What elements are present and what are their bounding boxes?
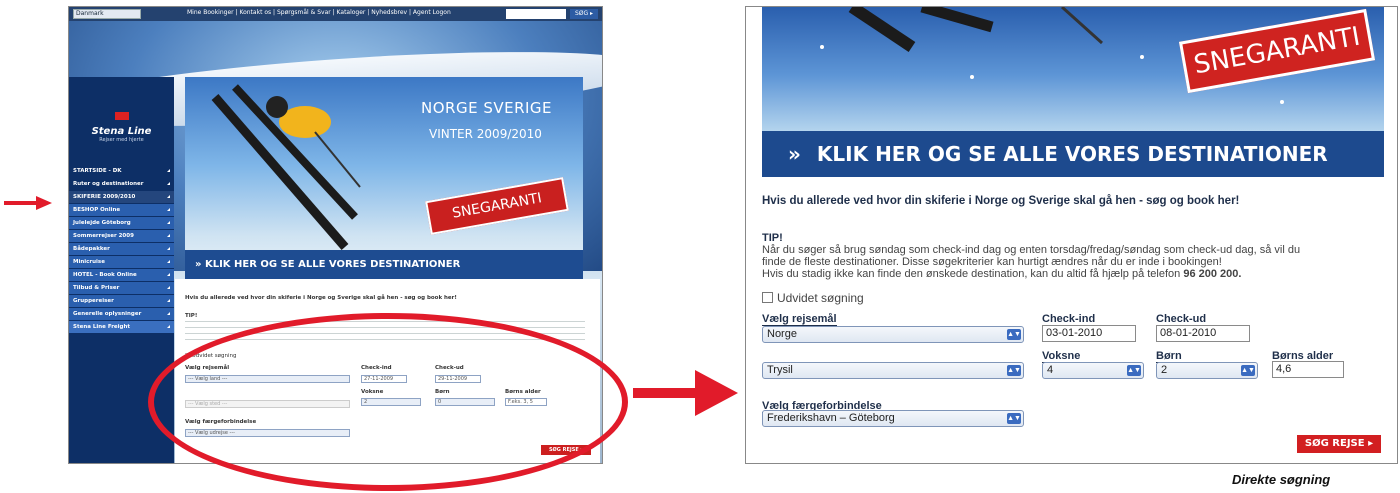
klik-destinations-banner[interactable]: » KLIK HER OG SE ALLE VORES DESTINATIONER	[762, 131, 1384, 177]
nav-item-startside[interactable]: STARTSIDE - DK	[69, 165, 174, 177]
nav-item-sommerrejser[interactable]: Sommerrejser 2009	[69, 230, 174, 242]
check-ud-input[interactable]: 08-01-2010	[1156, 325, 1250, 342]
logo-name: Stena Line	[91, 126, 152, 137]
logo-tagline: Rejser med hjerte	[99, 137, 144, 143]
tip-heading: TIP!	[185, 313, 198, 319]
nav-item-tilbud[interactable]: Tilbud & Priser	[69, 282, 174, 294]
snegaranti-stamp: SNEGARANTI	[425, 177, 569, 235]
left-hero-banner: NORGE SVERIGE VINTER 2009/2010 SNEGARANT…	[185, 77, 583, 275]
land-value: Norge	[767, 328, 797, 340]
klik-label: KLIK HER OG SE ALLE VORES DESTINATIONER	[816, 142, 1328, 166]
select-arrows-icon: ▲▼	[1007, 329, 1021, 340]
top-search-input[interactable]	[506, 9, 566, 19]
klik-destinations-banner[interactable]: » KLIK HER OG SE ALLE VORES DESTINATIONE…	[185, 250, 583, 279]
nav-item-minicruise[interactable]: Minicruise	[69, 256, 174, 268]
nav-item-generelle[interactable]: Generelle oplysninger	[69, 308, 174, 320]
voksne-value: 4	[1047, 364, 1054, 376]
logo-mark-icon	[114, 112, 129, 120]
nav-item-skiferie[interactable]: SKIFERIE 2009/2010	[69, 191, 174, 203]
tip-line-3-text: Hvis du stadig ikke kan finde den ønsked…	[762, 268, 1181, 280]
nav-item-beshop[interactable]: BESHOP Online	[69, 204, 174, 216]
boern-value: 2	[1161, 364, 1168, 376]
stena-logo[interactable]: Stena Line Rejser med hjerte	[69, 107, 174, 143]
nav-item-freight[interactable]: Stena Line Freight	[69, 321, 174, 333]
voksne-select[interactable]: 4 ▲▼	[1042, 362, 1144, 379]
check-ind-input[interactable]: 03-01-2010	[1042, 325, 1136, 342]
nav-item-gruppereiser[interactable]: Gruppereiser	[69, 295, 174, 307]
nav-item-hotel[interactable]: HOTEL - Book Online	[69, 269, 174, 281]
udvidet-label: Udvidet søgning	[777, 291, 864, 305]
boern-select[interactable]: 2 ▲▼	[1156, 362, 1258, 379]
tip-line-2: finde de fleste destinationer. Disse søg…	[762, 256, 1222, 268]
sog-rejse-button[interactable]: SØG REJSE ▸	[1297, 435, 1381, 453]
checkbox-icon	[762, 292, 773, 303]
skier-illustration	[211, 84, 361, 250]
select-arrows-icon: ▲▼	[1127, 365, 1141, 376]
tip-heading: TIP!	[762, 232, 783, 244]
country-select[interactable]: Danmark	[73, 9, 141, 19]
boerns-alder-input[interactable]: 4,6	[1272, 361, 1344, 378]
banner-title-line1: NORGE SVERIGE	[421, 99, 553, 117]
arrow-right-icon	[4, 196, 52, 210]
banner-title-line2: VINTER 2009/2010	[429, 127, 542, 141]
intro-text: Hvis du allerede ved hvor din skiferie i…	[185, 295, 457, 301]
sted-select[interactable]: Trysil ▲▼	[762, 362, 1024, 379]
nav-item-julelejde[interactable]: Julelejde Göteborg	[69, 217, 174, 229]
nav-item-baadepakker[interactable]: Bådepakker	[69, 243, 174, 255]
faerge-select[interactable]: Frederikshavn – Göteborg ▲▼	[762, 410, 1024, 427]
highlight-ellipse	[148, 313, 628, 491]
udvidet-checkbox[interactable]: Udvidet søgning	[762, 291, 864, 305]
top-search-button[interactable]: SØG ▸	[570, 9, 598, 19]
land-select[interactable]: Norge ▲▼	[762, 326, 1024, 343]
right-screenshot: SNEGARANTI » KLIK HER OG SE ALLE VORES DE…	[745, 6, 1398, 464]
top-bar: Danmark Mine Bookinger | Kontakt os | Sp…	[69, 7, 602, 21]
select-arrows-icon: ▲▼	[1007, 365, 1021, 376]
top-links[interactable]: Mine Bookinger | Kontakt os | Spørgsmål …	[187, 9, 451, 16]
double-chevron-icon: »	[788, 142, 801, 166]
sted-value: Trysil	[767, 364, 793, 376]
caption: Direkte søgning	[1232, 472, 1331, 487]
arrow-right-icon	[633, 370, 738, 416]
intro-text: Hvis du allerede ved hvor din skiferie i…	[762, 195, 1240, 207]
select-arrows-icon: ▲▼	[1007, 413, 1021, 424]
nav-item-ruter[interactable]: Ruter og destinationer	[69, 178, 174, 190]
tip-line-1: Når du søger så brug søndag som check-in…	[762, 244, 1301, 256]
vaelg-rejsemaal-label: Vælg rejsemål	[762, 313, 837, 326]
tip-line-3: Hvis du stadig ikke kan finde den ønsked…	[762, 268, 1241, 280]
select-arrows-icon: ▲▼	[1241, 365, 1255, 376]
faerge-value: Frederikshavn – Göteborg	[767, 412, 895, 424]
phone-number: 96 200 200.	[1183, 268, 1242, 280]
